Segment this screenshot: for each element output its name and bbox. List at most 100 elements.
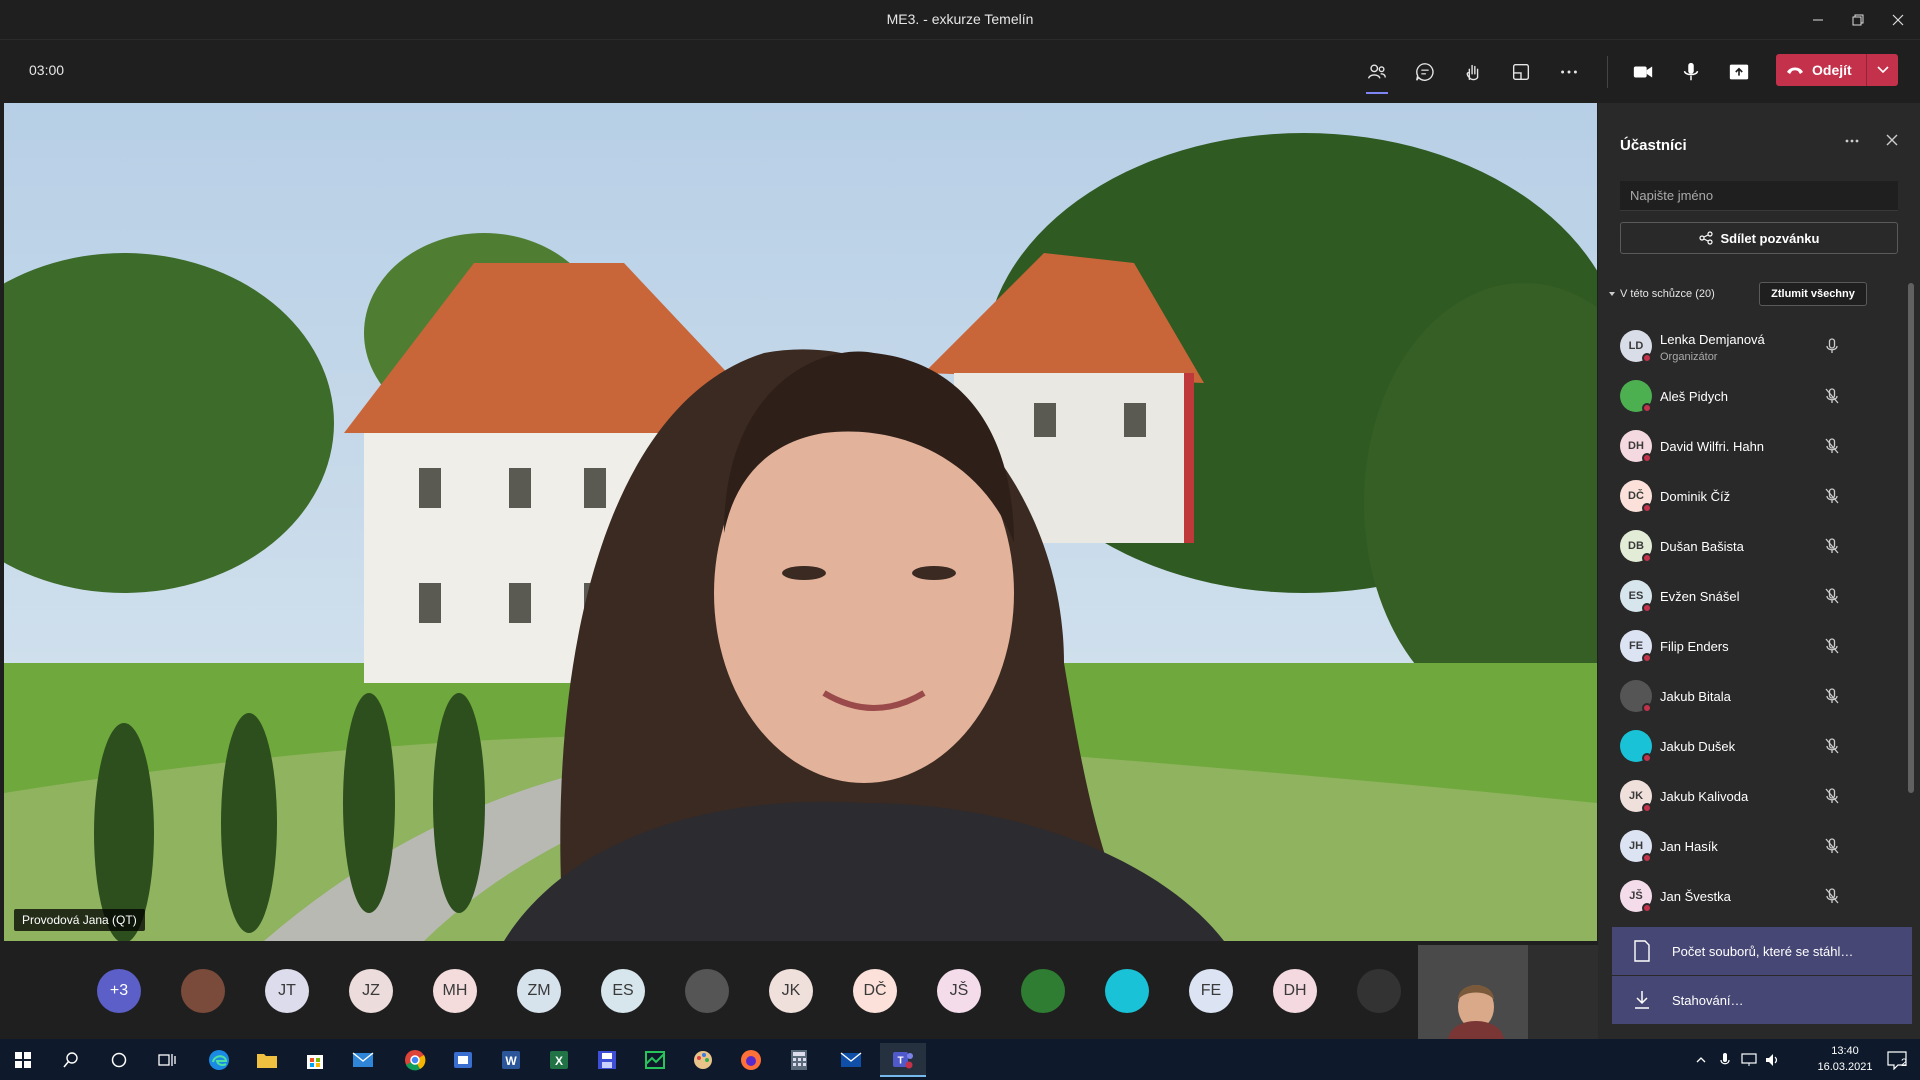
presence-status-dot [1642,403,1652,413]
taskbar-app-save[interactable] [584,1043,630,1077]
presence-status-dot [1642,853,1652,863]
participant-name: Jan Švestka [1660,888,1731,904]
participant-row[interactable]: JK Jakub Kalivoda [1598,771,1920,821]
panel-more-button[interactable] [1838,133,1866,157]
svg-text:T: T [897,1056,903,1067]
participant-row[interactable]: Jakub Bitala [1598,671,1920,721]
panel-close-button[interactable] [1878,133,1906,157]
participant-search-input[interactable] [1620,181,1898,211]
taskbar-mail-2[interactable] [828,1043,874,1077]
taskbar-mail[interactable] [340,1043,386,1077]
leave-main[interactable]: Odejít [1776,62,1866,78]
taskbar-clock[interactable]: 13:40 16.03.2021 [1810,1043,1880,1075]
self-video-thumbnail[interactable] [1418,945,1598,1039]
participant-row[interactable]: JH Jan Hasík [1598,821,1920,871]
camera-button[interactable] [1625,54,1661,90]
more-icon [1845,139,1859,143]
taskbar-firefox[interactable] [728,1043,774,1077]
participant-row[interactable]: ES Evžen Snášel [1598,571,1920,621]
more-icon [1561,70,1577,74]
minimize-button[interactable] [1798,6,1838,34]
participant-row[interactable]: DČ Dominik Číž [1598,471,1920,521]
participant-strip-avatar[interactable]: ES [601,969,645,1013]
participant-strip-avatar[interactable]: JK [769,969,813,1013]
microphone-muted-icon [1825,588,1839,604]
participant-row[interactable]: FE Filip Enders [1598,621,1920,671]
taskbar-excel[interactable]: X [536,1043,582,1077]
file-icon-wrap [1612,940,1672,962]
tray-network[interactable] [1738,1043,1760,1077]
share-invite-button[interactable]: Sdílet pozvánku [1620,222,1898,254]
participant-row[interactable]: JŠ Jan Švestka [1598,871,1920,921]
participant-strip-avatar[interactable]: JŠ [937,969,981,1013]
participant-row[interactable]: DH David Wilfri. Hahn [1598,421,1920,471]
mute-all-button[interactable]: Ztlumit všechny [1759,282,1867,306]
downloading-notification[interactable]: Stahování… [1612,976,1912,1024]
rooms-icon [1512,63,1530,81]
chevron-down-icon [1876,66,1889,74]
panel-scrollbar[interactable] [1908,283,1914,793]
participant-row[interactable]: Aleš Pidych [1598,371,1920,421]
microphone-button[interactable] [1673,54,1709,90]
presence-status-dot [1642,603,1652,613]
participant-strip-avatar[interactable]: ZM [517,969,561,1013]
taskbar-paint[interactable] [680,1043,726,1077]
reactions-button[interactable] [1455,54,1491,90]
action-center-button[interactable]: 2 [1874,1043,1920,1077]
search-taskbar-button[interactable] [48,1043,94,1077]
participant-row[interactable]: DB Dušan Bašista [1598,521,1920,571]
participant-strip-avatar[interactable]: MH [433,969,477,1013]
calculator-icon [791,1050,807,1070]
people-icon [1368,64,1386,79]
microphone-icon [1720,1053,1730,1065]
task-view-button[interactable] [144,1043,190,1077]
participant-strip-avatar[interactable] [1105,969,1149,1013]
participant-strip-avatar[interactable] [1357,969,1401,1013]
taskbar-chrome[interactable] [392,1043,438,1077]
in-meeting-section-toggle[interactable]: V této schůzce (20) [1608,288,1715,300]
participant-strip-avatar[interactable]: DH [1273,969,1317,1013]
share-screen-button[interactable] [1721,54,1757,90]
participant-strip-avatar[interactable]: JZ [349,969,393,1013]
rooms-button[interactable] [1503,54,1539,90]
caret-down-icon [1609,292,1615,296]
svg-text:X: X [555,1054,563,1068]
restore-button[interactable] [1838,6,1878,34]
leave-dropdown[interactable] [1867,66,1898,74]
camera-icon [1633,66,1653,78]
tray-microphone[interactable] [1714,1043,1736,1077]
meeting-toolbar: 03:00 Odejít [0,40,1920,102]
tray-overflow-button[interactable] [1690,1043,1712,1077]
participant-strip-avatar[interactable] [1021,969,1065,1013]
participant-strip-avatar[interactable]: DČ [853,969,897,1013]
more-actions-button[interactable] [1551,54,1587,90]
tray-volume[interactable] [1762,1043,1784,1077]
taskbar-calculator[interactable] [776,1043,822,1077]
participant-strip-avatar[interactable] [685,969,729,1013]
start-button[interactable] [0,1043,46,1077]
taskbar-teams[interactable]: T [880,1043,926,1077]
chat-button[interactable] [1407,54,1443,90]
microphone-muted-icon [1825,838,1839,854]
taskbar-app-2[interactable] [632,1043,678,1077]
folder-icon [257,1054,277,1068]
taskbar-store[interactable] [292,1043,338,1077]
taskbar-edge[interactable] [196,1043,242,1077]
close-icon [1886,134,1898,146]
participant-strip-avatar[interactable]: FE [1189,969,1233,1013]
participant-row[interactable]: LD Lenka Demjanová Organizátor [1598,321,1920,371]
more-participants-avatar[interactable]: +3 [97,969,141,1013]
share-icon [1698,231,1713,245]
download-count-notification[interactable]: Počet souborů, které se stáhl… [1612,927,1912,975]
close-window-button[interactable] [1878,6,1918,34]
cortana-button[interactable] [96,1043,142,1077]
participant-row[interactable]: Jakub Dušek [1598,721,1920,771]
participant-strip-avatar[interactable]: JT [265,969,309,1013]
share-screen-icon [1729,64,1749,80]
leave-button[interactable]: Odejít [1776,54,1898,86]
participant-strip-avatar[interactable] [181,969,225,1013]
participants-button[interactable] [1359,54,1395,90]
taskbar-word[interactable]: W [488,1043,534,1077]
taskbar-file-explorer[interactable] [244,1043,290,1077]
taskbar-app-1[interactable] [440,1043,486,1077]
